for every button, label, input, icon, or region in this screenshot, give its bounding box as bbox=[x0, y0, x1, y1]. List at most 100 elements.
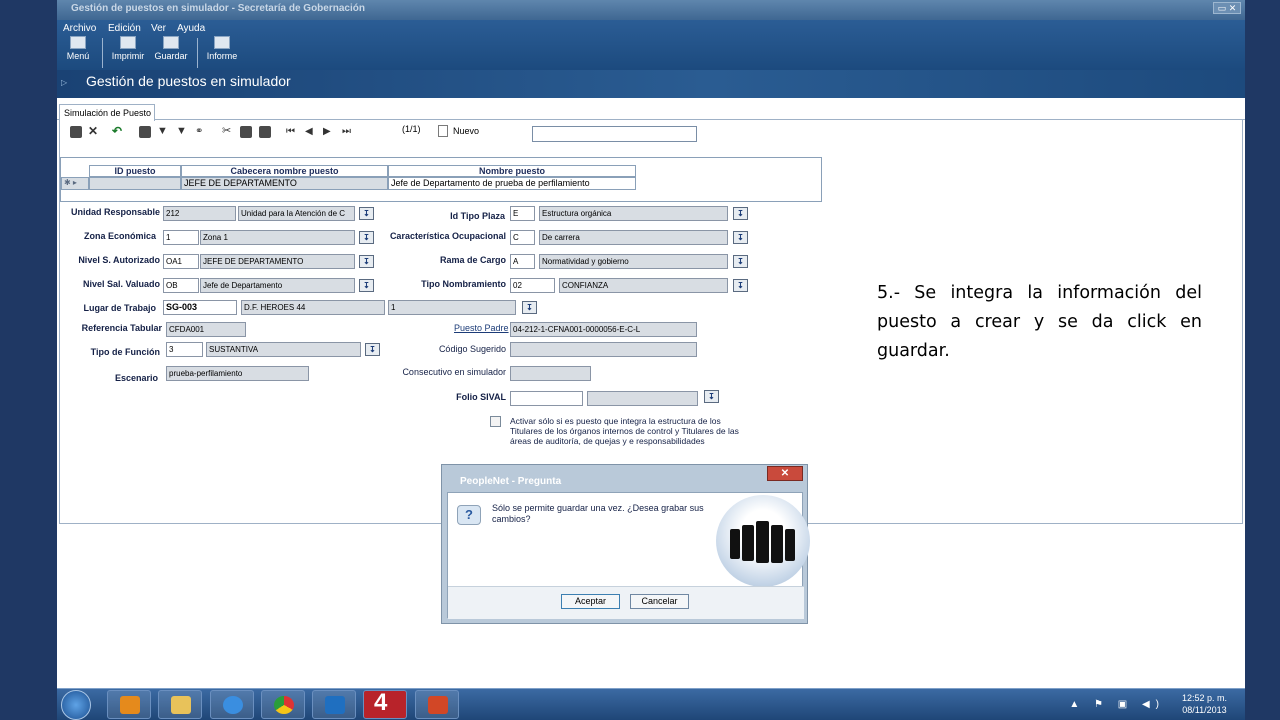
page-header: ▷ Gestión de puestos en simulador bbox=[57, 70, 1245, 98]
lookup-tipo-plaza-button[interactable]: ↧ bbox=[733, 207, 748, 220]
menu-archivo[interactable]: Archivo bbox=[63, 23, 96, 34]
nivel-autorizado-desc[interactable]: JEFE DE DEPARTAMENTO bbox=[200, 254, 355, 269]
menu-ver[interactable]: Ver bbox=[151, 23, 166, 34]
dialog-close-button[interactable]: ✕ bbox=[767, 466, 803, 481]
puesto-padre-input[interactable]: 04-212-1-CFNA001-0000056-E-C-L bbox=[510, 322, 697, 337]
new-record-icon[interactable] bbox=[438, 125, 448, 137]
grid-cell-id[interactable] bbox=[89, 177, 181, 190]
table-icon[interactable] bbox=[139, 126, 151, 138]
folio-sival-input-1[interactable] bbox=[510, 391, 583, 406]
report-button[interactable]: Informe bbox=[203, 36, 241, 61]
lugar-trabajo-desc[interactable]: D.F. HEROES 44 bbox=[241, 300, 385, 315]
folio-sival-input-2[interactable] bbox=[587, 391, 698, 406]
rama-cargo-code[interactable]: A bbox=[510, 254, 535, 269]
lookup-rama-button[interactable]: ↧ bbox=[733, 255, 748, 268]
taskbar-chrome[interactable] bbox=[261, 690, 305, 719]
label-unidad-responsable: Unidad Responsable bbox=[70, 207, 160, 217]
label-lugar-trabajo: Lugar de Trabajo bbox=[83, 303, 156, 313]
menu-edicion[interactable]: Edición bbox=[108, 23, 141, 34]
label-nivel-valuado: Nivel Sal. Valuado bbox=[82, 279, 160, 289]
grid-cell-cabecera[interactable]: JEFE DE DEPARTAMENTO bbox=[181, 177, 388, 190]
consecutivo-input[interactable] bbox=[510, 366, 591, 381]
referencia-tabular-input[interactable]: CFDA001 bbox=[166, 322, 246, 337]
id-tipo-plaza-desc[interactable]: Estructura orgánica bbox=[539, 206, 728, 221]
menu-ayuda[interactable]: Ayuda bbox=[177, 23, 205, 34]
nivel-autorizado-code[interactable]: OA1 bbox=[163, 254, 199, 269]
tab-simulacion-de-puesto[interactable]: Simulación de Puesto bbox=[59, 104, 155, 121]
taskbar-outlook[interactable] bbox=[312, 690, 356, 719]
taskbar-media-player[interactable] bbox=[107, 690, 151, 719]
tipo-funcion-desc[interactable]: SUSTANTIVA bbox=[206, 342, 361, 357]
taskbar-app-4[interactable]: 4 bbox=[363, 689, 407, 719]
first-record-icon[interactable]: ⏮ bbox=[286, 126, 298, 138]
tipo-nombramiento-desc[interactable]: CONFIANZA bbox=[559, 278, 728, 293]
record-search-input[interactable] bbox=[532, 126, 697, 142]
codigo-sugerido-input[interactable] bbox=[510, 342, 697, 357]
toolbar-divider bbox=[102, 38, 103, 68]
paste-icon[interactable] bbox=[259, 126, 271, 138]
caracteristica-code[interactable]: C bbox=[510, 230, 535, 245]
label-tipo-funcion: Tipo de Función bbox=[90, 347, 160, 357]
system-tray[interactable]: ▲ ⚑ ▣ ◀) bbox=[1069, 699, 1165, 710]
unidad-responsable-code[interactable]: 212 bbox=[163, 206, 236, 221]
print-button[interactable]: Imprimir bbox=[108, 36, 148, 61]
lookup-unidad-button[interactable]: ↧ bbox=[359, 207, 374, 220]
caracteristica-desc[interactable]: De carrera bbox=[539, 230, 728, 245]
grid-row-marker[interactable]: ✱ ▸ bbox=[61, 177, 89, 190]
cut-icon[interactable]: ✂ bbox=[222, 126, 234, 138]
find-icon[interactable]: ⚭ bbox=[195, 126, 207, 138]
taskbar-internet-explorer[interactable] bbox=[210, 690, 254, 719]
grid-header-nombre[interactable]: Nombre puesto bbox=[388, 165, 636, 177]
new-icon[interactable] bbox=[70, 126, 82, 138]
cancel-button[interactable]: Cancelar bbox=[630, 594, 689, 609]
prev-record-icon[interactable]: ◀ bbox=[305, 126, 317, 138]
tipo-funcion-code[interactable]: 3 bbox=[166, 342, 203, 357]
lugar-trabajo-extra[interactable]: 1 bbox=[388, 300, 516, 315]
nivel-valuado-desc[interactable]: Jefe de Departamento bbox=[200, 278, 355, 293]
tipo-nombramiento-code[interactable]: 02 bbox=[510, 278, 555, 293]
lookup-folio-button[interactable]: ↧ bbox=[704, 390, 719, 403]
dialog-body: ? Sólo se permite guardar una vez. ¿Dese… bbox=[447, 492, 810, 619]
slide-caption: 5.- Se integra la información del puesto… bbox=[877, 283, 1202, 361]
window-controls[interactable]: ▭ ✕ bbox=[1213, 2, 1241, 14]
zona-economica-code[interactable]: 1 bbox=[163, 230, 199, 245]
taskbar-explorer[interactable] bbox=[158, 690, 202, 719]
label-tipo-nombramiento: Tipo Nombramiento bbox=[421, 279, 506, 289]
zona-economica-desc[interactable]: Zona 1 bbox=[200, 230, 355, 245]
copy-icon[interactable] bbox=[240, 126, 252, 138]
filter-icon[interactable]: ▼ bbox=[157, 126, 169, 138]
filter-clear-icon[interactable]: ▼ bbox=[176, 126, 188, 138]
nivel-valuado-code[interactable]: OB bbox=[163, 278, 199, 293]
new-record-label[interactable]: Nuevo bbox=[453, 126, 479, 136]
grid-header-id-puesto[interactable]: ID puesto bbox=[89, 165, 181, 177]
taskbar: 4 ▲ ⚑ ▣ ◀) 12:52 p. m. 08/11/2013 bbox=[57, 688, 1245, 720]
confirm-dialog: PeopleNet - Pregunta ✕ ? Sólo se permite… bbox=[441, 464, 810, 624]
titulares-checkbox[interactable] bbox=[490, 416, 501, 427]
accept-button[interactable]: Aceptar bbox=[561, 594, 620, 609]
taskbar-powerpoint[interactable] bbox=[415, 690, 459, 719]
escenario-input[interactable]: prueba-perfilamiento bbox=[166, 366, 309, 381]
undo-icon[interactable]: ↶ bbox=[112, 125, 124, 138]
delete-icon[interactable]: ✕ bbox=[88, 125, 100, 138]
puesto-padre-link[interactable]: Puesto Padre bbox=[454, 323, 509, 333]
taskbar-clock[interactable]: 12:52 p. m. 08/11/2013 bbox=[1182, 692, 1227, 716]
menu-button[interactable]: Menú bbox=[63, 36, 93, 61]
unidad-responsable-desc[interactable]: Unidad para la Atención de C bbox=[238, 206, 355, 221]
lookup-nombramiento-button[interactable]: ↧ bbox=[733, 279, 748, 292]
rama-cargo-desc[interactable]: Normatividad y gobierno bbox=[539, 254, 728, 269]
last-record-icon[interactable]: ⏭ bbox=[342, 126, 354, 138]
next-record-icon[interactable]: ▶ bbox=[323, 126, 335, 138]
grid-header-cabecera[interactable]: Cabecera nombre puesto bbox=[181, 165, 388, 177]
id-tipo-plaza-code[interactable]: E bbox=[510, 206, 535, 221]
save-button[interactable]: Guardar bbox=[153, 36, 189, 61]
lookup-tipo-funcion-button[interactable]: ↧ bbox=[365, 343, 380, 356]
lookup-lugar-button[interactable]: ↧ bbox=[522, 301, 537, 314]
lookup-caracteristica-button[interactable]: ↧ bbox=[733, 231, 748, 244]
grid-cell-nombre[interactable]: Jefe de Departamento de prueba de perfil… bbox=[388, 177, 636, 190]
lookup-nivel-autorizado-button[interactable]: ↧ bbox=[359, 255, 374, 268]
record-counter: (1/1) bbox=[402, 124, 421, 134]
lookup-nivel-valuado-button[interactable]: ↧ bbox=[359, 279, 374, 292]
lugar-trabajo-code[interactable]: SG-003 bbox=[163, 300, 237, 315]
collapse-arrow-icon[interactable]: ▷ bbox=[61, 78, 67, 87]
start-button[interactable] bbox=[61, 690, 91, 720]
